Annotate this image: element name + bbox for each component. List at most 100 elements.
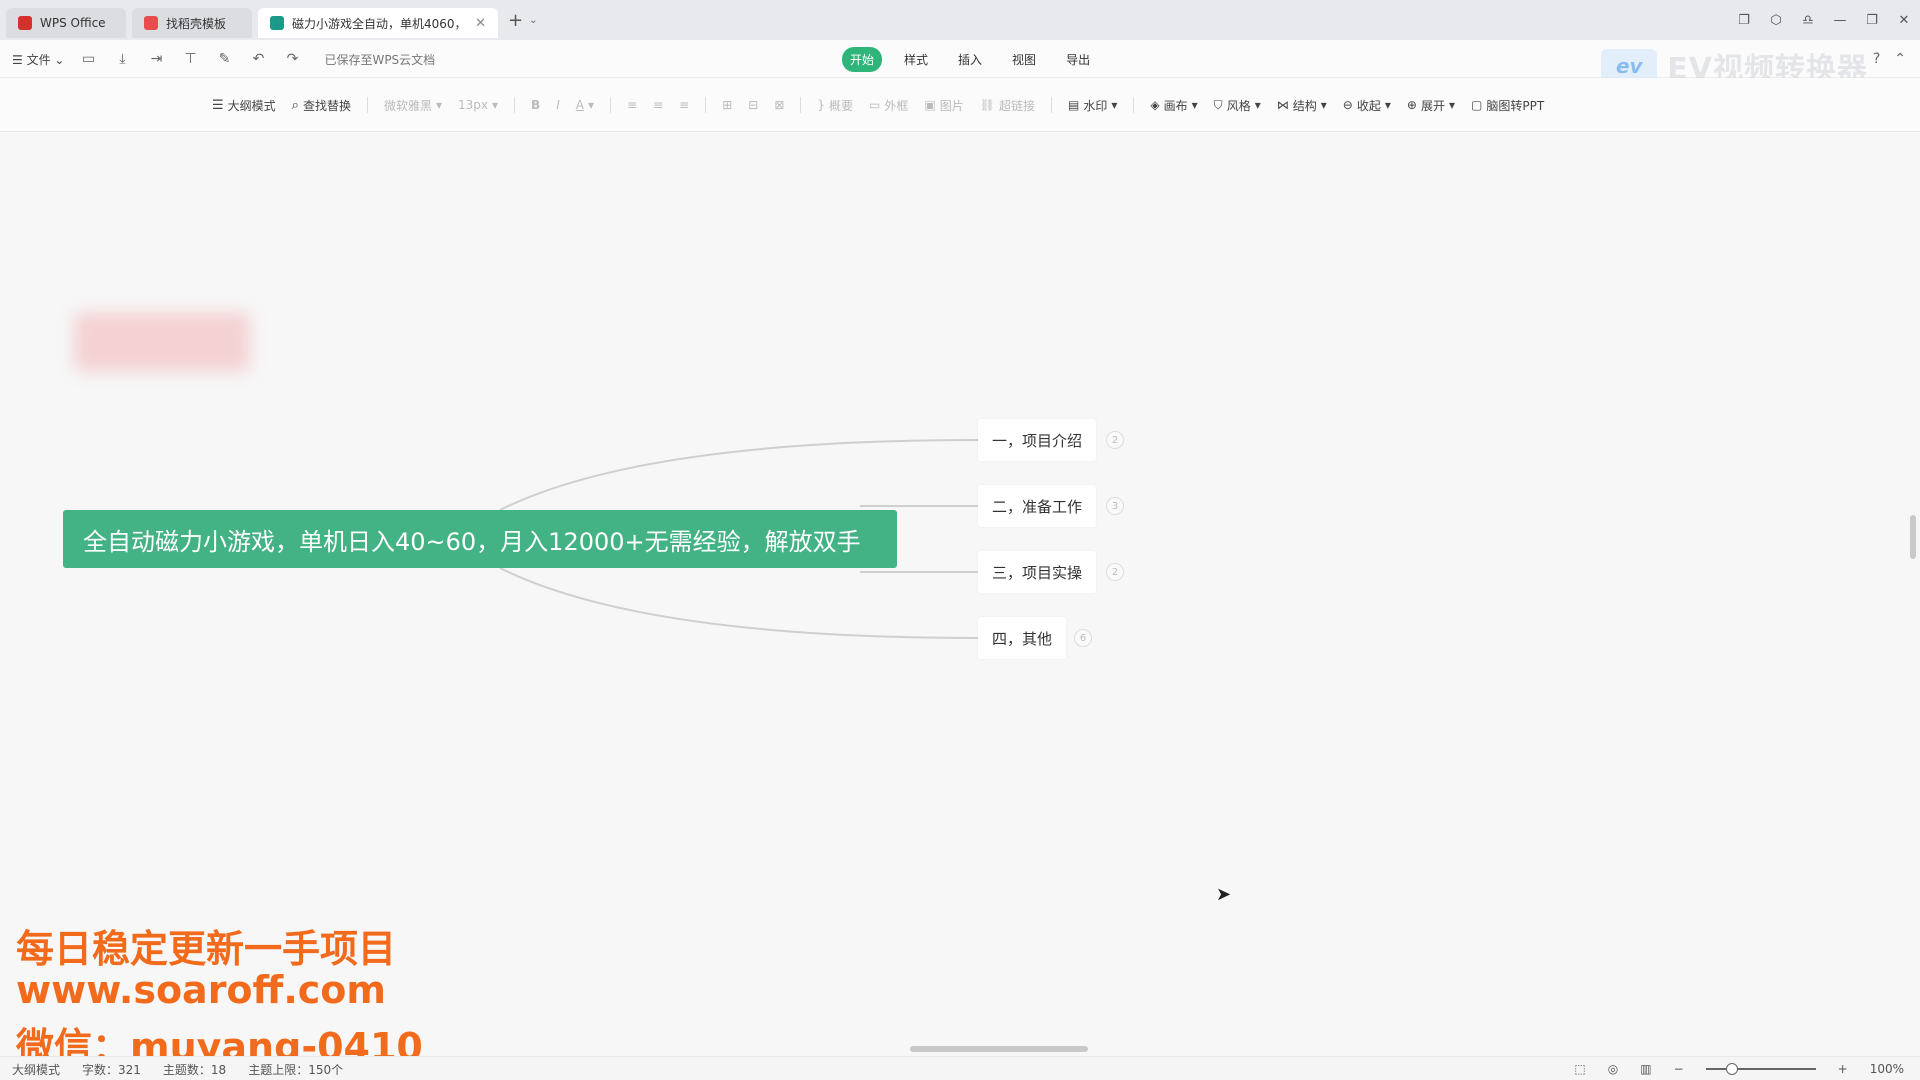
watermark-button[interactable]: ▤ 水印 ▾ (1068, 97, 1117, 114)
canvas-button[interactable]: ◈ 画布 ▾ (1150, 97, 1197, 114)
mindmap-to-ppt-button[interactable]: ▢ 脑图转PPT (1471, 97, 1544, 114)
font-color-button[interactable]: A ▾ (576, 98, 594, 112)
watermark-line-1: 每日稳定更新一手项目 (16, 927, 397, 971)
title-bar: WPS Office 找稻壳模板 磁力小游戏全自动，单机4060，无 ✕ + ⌄… (0, 0, 1920, 40)
export-icon[interactable]: ⇥ (146, 51, 166, 67)
horizontal-scrollbar[interactable] (910, 1046, 1088, 1052)
word-count: 字数：321 (82, 1062, 141, 1077)
topic-count: 主题数：18 (162, 1062, 227, 1077)
undo-icon[interactable]: ↶ (248, 51, 268, 67)
link-button[interactable]: ⛓ 超链接 (980, 97, 1035, 114)
redo-icon[interactable]: ↷ (282, 51, 302, 67)
structure-button[interactable]: ⋈ 结构 ▾ (1277, 97, 1327, 114)
download-icon[interactable]: ⤓ (112, 51, 132, 67)
tab-start[interactable]: 开始 (842, 47, 883, 72)
window-restore-icon[interactable]: ❐ (1728, 13, 1760, 28)
zoom-in-icon[interactable]: + (1838, 1062, 1848, 1076)
branch-node-intro[interactable]: 一，项目介绍 (978, 419, 1097, 461)
zoom-slider-knob[interactable] (1725, 1063, 1738, 1075)
divider (705, 97, 707, 113)
help-icon[interactable]: ? (1873, 51, 1880, 67)
new-tab-button[interactable]: + (508, 10, 523, 31)
link-icon: ⛓ (979, 98, 995, 112)
format-painter-icon[interactable]: ⊤ (180, 51, 200, 67)
collapsed-count-badge[interactable]: 2 (1106, 563, 1124, 581)
watermark-line-2: www.soaroff.com (16, 968, 386, 1012)
divider (1133, 97, 1135, 113)
branch-node-other[interactable]: 四，其他 (978, 617, 1067, 659)
tab-docer-template[interactable]: 找稻壳模板 (132, 8, 252, 38)
map-icon[interactable]: ▥ (1640, 1062, 1651, 1076)
image-button[interactable]: ▣ 图片 (924, 97, 963, 114)
cube-icon[interactable]: ⬡ (1760, 13, 1792, 28)
align-left-icon[interactable]: ≡ (627, 98, 637, 112)
summary-button[interactable]: } 概要 (817, 97, 853, 114)
mouse-cursor-icon: ➤ (1216, 884, 1232, 905)
tab-label: WPS Office (40, 16, 106, 30)
divider (366, 97, 368, 113)
collapsed-count-badge[interactable]: 6 (1074, 629, 1092, 647)
zoom-level[interactable]: 100% (1870, 1062, 1904, 1076)
tab-view[interactable]: 视图 (1004, 47, 1044, 72)
divider (1051, 97, 1052, 113)
tab-mindmap-doc[interactable]: 磁力小游戏全自动，单机4060，无 ✕ (258, 8, 498, 38)
pen-icon[interactable]: ✎ (214, 51, 234, 67)
zoom-slider[interactable] (1705, 1063, 1816, 1075)
outline-mode-status[interactable]: 大纲模式 (12, 1061, 60, 1078)
close-window-icon[interactable]: ✕ (1888, 13, 1920, 28)
divider (800, 97, 802, 113)
branch-node-preparation[interactable]: 二，准备工作 (978, 485, 1097, 527)
mindmap-icon (270, 16, 284, 30)
border-icon: ▭ (869, 98, 881, 112)
find-replace-button[interactable]: ⌕ 查找替换 (292, 97, 351, 114)
bell-icon[interactable]: ♎ (1792, 13, 1824, 28)
outline-mode-button[interactable]: ☰ 大纲模式 (212, 97, 276, 114)
tab-style[interactable]: 样式 (896, 47, 936, 72)
style-button[interactable]: ⛉ 风格 ▾ (1214, 97, 1261, 114)
tab-label: 磁力小游戏全自动，单机4060，无 (292, 16, 467, 31)
insert-sibling-icon[interactable]: ⊟ (748, 98, 758, 112)
wps-logo-icon (18, 16, 32, 30)
zoom-out-icon[interactable]: − (1674, 1062, 1684, 1076)
align-center-icon[interactable]: ≡ (653, 98, 663, 112)
central-topic[interactable]: 全自动磁力小游戏，单机日入40~60，月入12000+无需经验，解放双手 (63, 510, 897, 568)
image-icon: ▣ (924, 98, 936, 112)
collapsed-count-badge[interactable]: 2 (1106, 431, 1124, 449)
save-icon[interactable]: ▭ (78, 51, 98, 67)
ribbon-tabs: 开始 样式 插入 视图 导出 (842, 47, 1098, 72)
divider (514, 97, 516, 113)
maximize-icon[interactable]: ❐ (1856, 13, 1888, 28)
saved-status: 已保存至WPS云文档 (324, 52, 436, 67)
shirt-icon: ⛉ (1213, 97, 1223, 112)
tab-insert[interactable]: 插入 (950, 47, 990, 72)
border-button[interactable]: ▭ 外框 (869, 97, 908, 114)
file-menu[interactable]: ☰ 文件 ⌄ (12, 51, 64, 68)
tab-wps-office[interactable]: WPS Office (6, 8, 126, 38)
align-right-icon[interactable]: ≡ (679, 98, 689, 112)
mindmap-canvas[interactable]: 全自动磁力小游戏，单机日入40~60，月入12000+无需经验，解放双手 一，项… (0, 132, 1920, 1069)
tab-list-dropdown-icon[interactable]: ⌄ (529, 15, 537, 26)
bold-button[interactable]: B (531, 98, 540, 112)
connector-lines (499, 439, 979, 639)
collapse-ribbon-icon[interactable]: ⌃ (1894, 51, 1906, 67)
vertical-scrollbar[interactable] (1910, 515, 1916, 559)
collapsed-count-badge[interactable]: 3 (1106, 497, 1124, 515)
branch-label: 二，准备工作 (992, 497, 1083, 516)
expand-button[interactable]: ⊕ 展开 ▾ (1407, 97, 1455, 114)
italic-button[interactable]: I (556, 98, 560, 112)
minimize-icon[interactable]: — (1824, 13, 1856, 28)
collapse-button[interactable]: ⊖ 收起 ▾ (1343, 97, 1391, 114)
insert-child-icon[interactable]: ⊞ (722, 98, 732, 112)
close-tab-icon[interactable]: ✕ (475, 16, 486, 31)
window-controls: ❐ ⬡ ♎ — ❐ ✕ (1728, 0, 1920, 40)
font-select[interactable]: 微软雅黑 ▾ (384, 97, 442, 114)
minus-circle-icon: ⊖ (1342, 98, 1353, 112)
paint-bucket-icon: ◈ (1150, 98, 1160, 112)
branch-label: 四，其他 (992, 629, 1053, 648)
select-icon[interactable]: ⬚ (1574, 1062, 1585, 1076)
branch-node-practice[interactable]: 三，项目实操 (978, 551, 1097, 593)
tab-export[interactable]: 导出 (1058, 47, 1098, 72)
insert-parent-icon[interactable]: ⊠ (774, 98, 784, 112)
font-size-select[interactable]: 13px ▾ (458, 98, 498, 112)
locate-icon[interactable]: ◎ (1608, 1062, 1618, 1076)
